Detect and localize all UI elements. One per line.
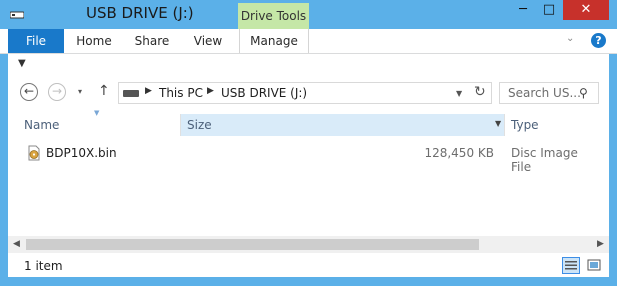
- navigation-bar: ← → ▾ ↑ ▶ This PC ▶ USB DRIVE (J:) ▼ ↻ S…: [8, 76, 609, 109]
- recent-locations-icon[interactable]: ▾: [78, 87, 82, 96]
- tab-view[interactable]: View: [184, 29, 232, 53]
- breadcrumb-separator[interactable]: ▶: [145, 86, 152, 96]
- horizontal-scrollbar[interactable]: ◀ ▶: [8, 236, 609, 253]
- maximize-button[interactable]: □: [536, 0, 562, 20]
- close-button[interactable]: ✕: [563, 0, 609, 20]
- help-icon[interactable]: ?: [591, 33, 606, 48]
- address-bar[interactable]: ▶ This PC ▶ USB DRIVE (J:) ▼ ↻: [118, 82, 492, 104]
- tab-home[interactable]: Home: [70, 29, 118, 53]
- tab-file[interactable]: File: [8, 29, 64, 53]
- drive-icon: [123, 90, 139, 97]
- details-view-icon[interactable]: [562, 257, 580, 274]
- customize-toolbar-icon[interactable]: ▼: [18, 58, 26, 69]
- file-type: Disc Image File: [511, 146, 578, 174]
- quick-access-toolbar: ▼: [8, 54, 609, 76]
- column-header-size-label: Size: [187, 118, 212, 132]
- scroll-right-icon[interactable]: ▶: [597, 239, 604, 249]
- item-count: 1 item: [24, 259, 63, 273]
- column-header-name[interactable]: Name: [24, 118, 59, 132]
- file-list: ▼ Name Size ▼ Type BDP10X.bin 128,450 KB…: [8, 109, 609, 253]
- breadcrumb-separator[interactable]: ▶: [207, 86, 214, 96]
- disc-image-file-icon: [28, 145, 40, 161]
- up-icon[interactable]: ↑: [98, 83, 110, 99]
- breadcrumb-this-pc[interactable]: This PC: [159, 86, 203, 100]
- back-icon[interactable]: ←: [20, 83, 38, 101]
- explorer-window: USB DRIVE (J:) Drive Tools ─ □ ✕ File Ho…: [0, 0, 617, 286]
- file-name: BDP10X.bin: [46, 146, 117, 160]
- column-filter-dropdown-icon[interactable]: ▼: [495, 119, 501, 128]
- scroll-left-icon[interactable]: ◀: [13, 239, 20, 249]
- list-item[interactable]: BDP10X.bin 128,450 KB Disc Image File: [20, 143, 600, 174]
- column-header-type[interactable]: Type: [511, 118, 539, 132]
- search-placeholder: Search US...: [508, 86, 581, 100]
- chevron-down-icon[interactable]: ⌄: [566, 33, 574, 44]
- status-bar: 1 item: [8, 253, 609, 277]
- tab-manage[interactable]: Manage: [239, 29, 309, 53]
- large-icons-view-icon[interactable]: [585, 257, 603, 274]
- minimize-button[interactable]: ─: [510, 0, 536, 20]
- address-dropdown-icon[interactable]: ▼: [456, 89, 462, 98]
- refresh-icon[interactable]: ↻: [474, 84, 486, 100]
- large-icons-view-glyph: [587, 259, 601, 271]
- search-icon[interactable]: ⚲: [579, 86, 588, 100]
- column-header-size[interactable]: Size ▼: [180, 114, 505, 136]
- ribbon-tabs: File Home Share View Manage ⌄ ?: [0, 29, 617, 54]
- window-title: USB DRIVE (J:): [86, 4, 194, 22]
- breadcrumb-usb-drive[interactable]: USB DRIVE (J:): [221, 86, 307, 100]
- usb-drive-icon: [10, 11, 24, 19]
- scrollbar-thumb[interactable]: [26, 239, 479, 250]
- title-bar[interactable]: USB DRIVE (J:) Drive Tools ─ □ ✕: [0, 0, 617, 29]
- tab-share[interactable]: Share: [128, 29, 176, 53]
- details-view-glyph: [565, 261, 577, 270]
- forward-icon[interactable]: →: [48, 83, 66, 101]
- sort-indicator-icon: ▼: [94, 109, 100, 117]
- drive-tools-context-label: Drive Tools: [238, 3, 309, 29]
- search-input[interactable]: Search US... ⚲: [499, 82, 599, 104]
- file-size: 128,450 KB: [424, 146, 494, 160]
